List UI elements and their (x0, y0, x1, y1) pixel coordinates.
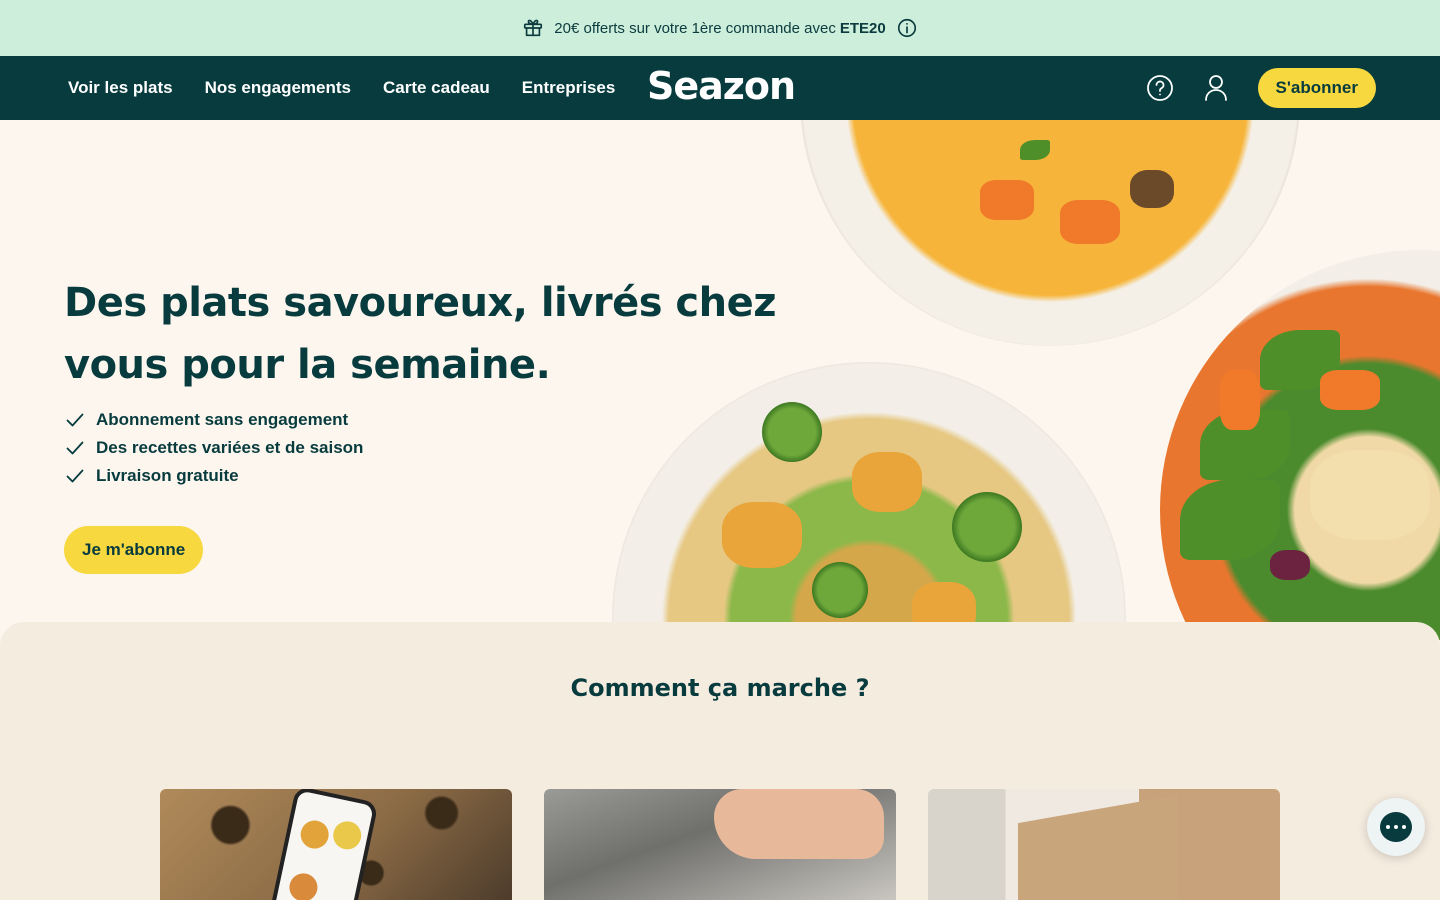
herb-leaf (1020, 140, 1050, 160)
account-icon[interactable] (1202, 74, 1230, 102)
benefits-list: Abonnement sans engagement Des recettes … (66, 406, 363, 490)
hero-title: Des plats savoureux, livrés chez vous po… (64, 280, 777, 388)
benefit-text: Des recettes variées et de saison (96, 438, 364, 457)
carrot-piece (980, 180, 1034, 220)
benefit-item: Des recettes variées et de saison (66, 434, 363, 462)
hand-illustration (714, 789, 884, 859)
promo-banner: 20€ offerts sur votre 1ère commande avec… (0, 0, 1440, 56)
promo-text: 20€ offerts sur votre 1ère commande avec (554, 19, 836, 37)
mushroom-piece (1130, 170, 1174, 208)
benefit-item: Livraison gratuite (66, 462, 363, 490)
section-title: Comment ça marche ? (570, 674, 870, 702)
dish-image-halloumi-salad (1160, 250, 1440, 640)
carrot-piece (1060, 200, 1120, 244)
benefit-item: Abonnement sans engagement (66, 406, 363, 434)
nav-links: Voir les plats Nos engagements Carte cad… (68, 56, 615, 120)
carrot-piece (1220, 370, 1260, 430)
check-icon (66, 469, 84, 483)
dish-thumbnail (298, 817, 332, 852)
check-icon (66, 413, 84, 427)
carrot-piece (1320, 370, 1380, 410)
dish-thumbnail (286, 870, 321, 900)
info-icon[interactable] (896, 17, 918, 39)
benefit-text: Livraison gratuite (96, 466, 239, 485)
step-image-delivery (928, 789, 1280, 900)
phone-mockup (269, 789, 379, 900)
step-image-order-app (160, 789, 512, 900)
seazon-logo[interactable]: Seazon (647, 64, 796, 108)
broccoli-piece (952, 492, 1022, 562)
how-it-works-section: Comment ça marche ? (0, 622, 1440, 900)
nav-link-nos-engagements[interactable]: Nos engagements (205, 78, 351, 98)
check-icon (66, 441, 84, 455)
chat-button[interactable] (1367, 798, 1425, 856)
subscribe-button[interactable]: S'abonner (1257, 68, 1376, 108)
delivery-box (1018, 794, 1178, 900)
dish-image-risotto (800, 120, 1300, 346)
broccoli-piece (812, 562, 868, 618)
promo-code: ETE20 (839, 19, 886, 37)
nav-link-voir-les-plats[interactable]: Voir les plats (68, 78, 173, 98)
potato-piece (852, 452, 922, 512)
potato-piece (722, 502, 802, 568)
subscribe-cta-button[interactable]: Je m'abonne (64, 526, 204, 574)
dish-thumbnail (330, 818, 364, 852)
nav-link-entreprises[interactable]: Entreprises (522, 78, 616, 98)
hero-section: Des plats savoureux, livrés chez vous po… (0, 120, 1440, 640)
nav-link-carte-cadeau[interactable]: Carte cadeau (383, 78, 490, 98)
halloumi-slice (1310, 450, 1430, 540)
broccoli-piece (762, 402, 822, 462)
beet-piece (1270, 550, 1310, 580)
step-image-cooking (544, 789, 896, 900)
chat-icon (1380, 812, 1412, 842)
spinach-leaf (1180, 480, 1280, 560)
gift-icon (522, 17, 544, 39)
help-icon[interactable] (1146, 74, 1174, 102)
benefit-text: Abonnement sans engagement (96, 410, 349, 429)
main-navigation: Voir les plats Nos engagements Carte cad… (0, 56, 1440, 120)
dish-image-chicken-potatoes (612, 362, 1126, 640)
nav-actions: S'abonner (1146, 56, 1376, 120)
